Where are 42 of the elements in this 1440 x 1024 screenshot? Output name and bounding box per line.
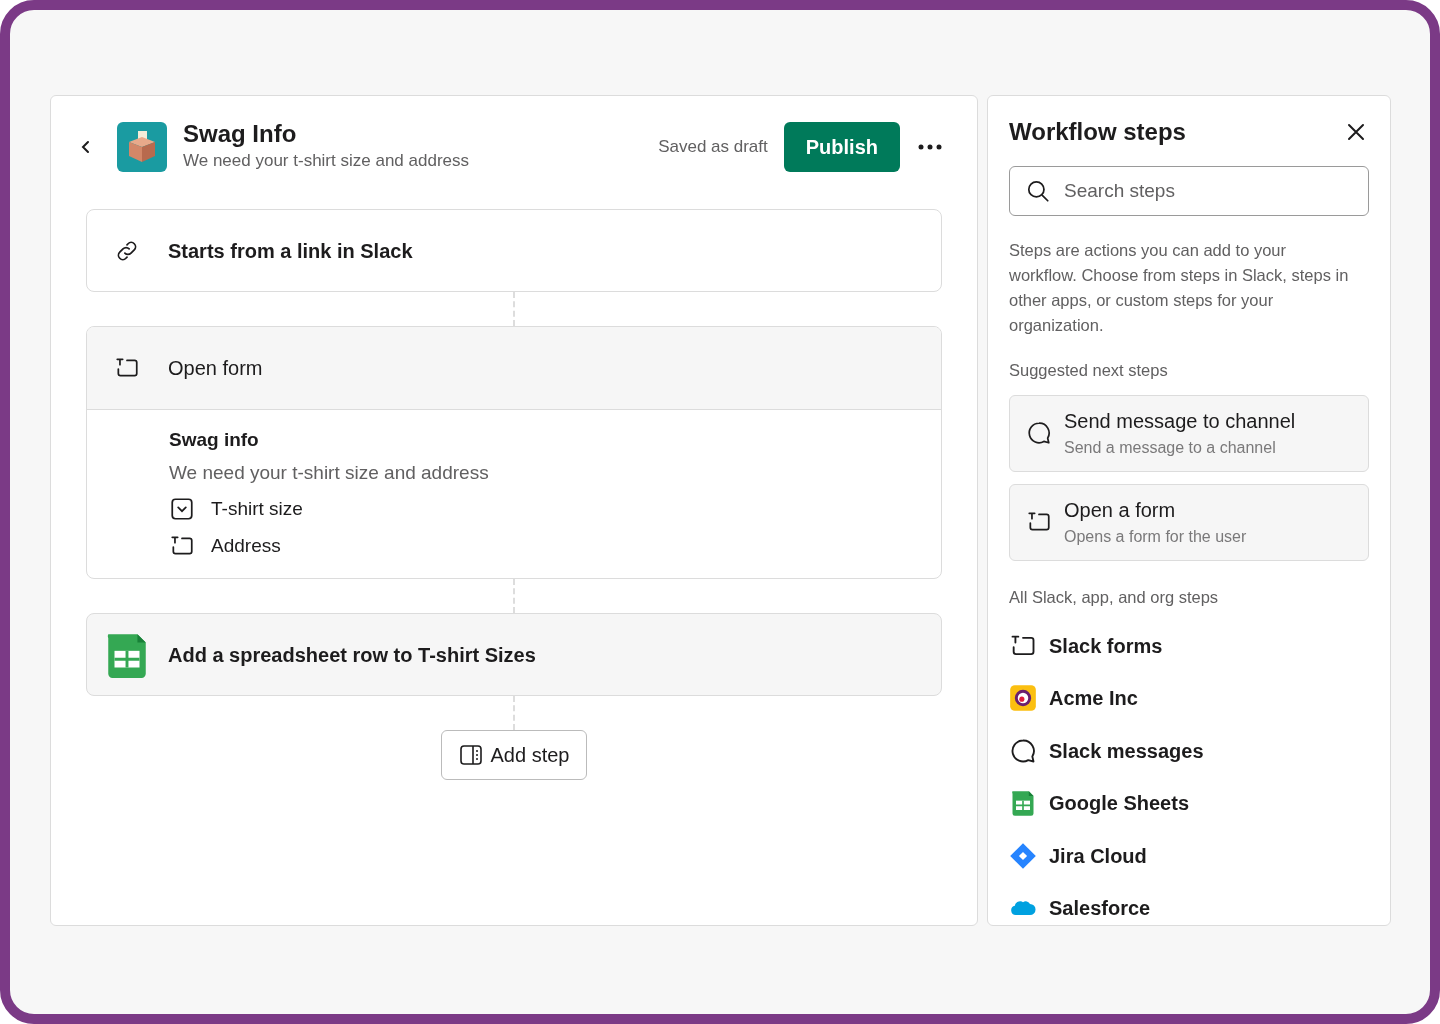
suggested-step-subtitle: Send a message to a channel [1064, 438, 1277, 459]
section-heading: All Slack, app, and org steps [1009, 586, 1220, 608]
acme-logo-icon [1009, 684, 1037, 713]
panel-description: Steps are actions you can add to your workflow. Choose from steps in Slack, steps in other apps, or custom steps for your organization. [1009, 240, 1350, 336]
save-status: Saved as draft [658, 136, 768, 159]
workflow-subtitle: We need your t-shirt size and address [183, 150, 469, 173]
suggested-step-card[interactable]: Send message to channel Send a message to a channel [1009, 394, 1369, 472]
step-card[interactable]: Open form Swag info We need your t-shirt size and address T-shirt size Address [86, 326, 942, 579]
app-list-item[interactable]: Google Sheets [1009, 777, 1369, 830]
chat-bubble-icon [1026, 420, 1052, 447]
app-list-item[interactable]: Slack messages [1009, 724, 1369, 777]
form-field-label: Address [211, 533, 281, 558]
form-subtitle: We need your t-shirt size and address [169, 460, 490, 485]
step-title: Add a spreadsheet row to T-shirt Sizes [168, 642, 536, 668]
section-heading: Suggested next steps [1009, 360, 1169, 381]
workflow-title: Swag Info [183, 120, 298, 149]
more-options-icon[interactable] [918, 144, 942, 150]
step-card[interactable]: Starts from a link in Slack [86, 209, 942, 292]
publish-button[interactable]: Publish [783, 122, 900, 172]
step-title: Open form [168, 356, 263, 381]
suggested-step-title: Send message to channel [1064, 409, 1296, 435]
suggested-step-title: Open a form [1064, 498, 1177, 524]
panel-title: Workflow steps [1009, 117, 1186, 147]
form-field-label: T-shirt size [211, 497, 303, 521]
search-icon [1025, 178, 1051, 204]
form-title: Swag info [169, 428, 260, 452]
add-step-button[interactable]: Add step [440, 730, 588, 780]
search-field[interactable]: Search steps [1009, 166, 1369, 216]
app-list-item[interactable]: Acme Inc [1009, 672, 1369, 725]
panel-icon [458, 743, 483, 767]
app-list-item[interactable]: Jira Cloud [1009, 829, 1369, 882]
app-list-item[interactable]: Salesforce [1009, 882, 1369, 925]
app-list-item[interactable]: Slack forms [1009, 619, 1369, 672]
close-icon[interactable] [1347, 123, 1365, 141]
suggested-step-card[interactable]: Open a form Opens a form for the user [1009, 483, 1369, 561]
step-card[interactable]: Add a spreadsheet row to T-shirt Sizes [86, 613, 942, 696]
app-logo-drawing [117, 122, 167, 172]
step-title: Starts from a link in Slack [168, 238, 413, 264]
suggested-step-subtitle: Opens a form for the user [1064, 527, 1247, 548]
spreadsheet-icon [1009, 789, 1037, 818]
diamond-logo-icon [1009, 841, 1037, 870]
dropdown-icon [169, 496, 195, 523]
